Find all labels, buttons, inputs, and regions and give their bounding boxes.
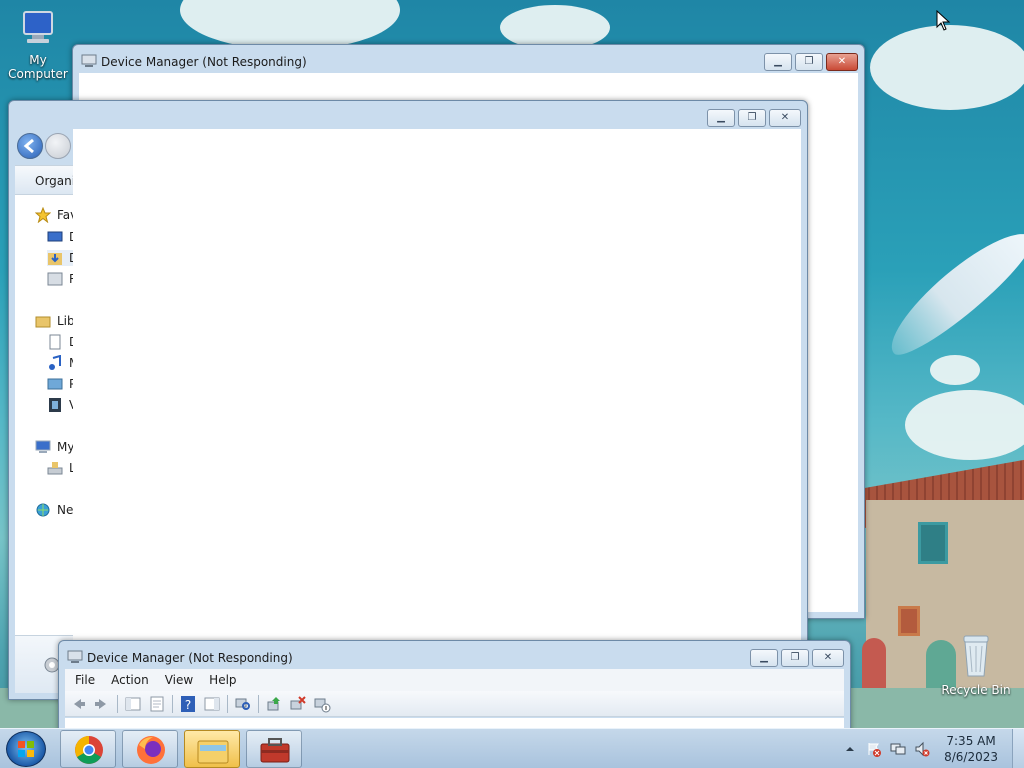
folder-icon	[197, 740, 229, 764]
chrome-icon	[75, 736, 103, 764]
downloads-icon	[48, 253, 62, 265]
minimize-icon: ▁	[760, 652, 768, 663]
desktop-icon-recycle-bin[interactable]: Recycle Bin	[938, 632, 1014, 697]
taskbar: 7:35 AM 8/6/2023	[0, 728, 1024, 768]
star-icon	[35, 207, 51, 223]
tree-item-computer[interactable]: My	[35, 439, 74, 455]
device-manager-window-front[interactable]: Device Manager (Not Responding) ▁ ❐ ✕ Fi…	[58, 640, 851, 740]
windows-logo-icon	[18, 741, 34, 757]
minimize-button[interactable]: ▁	[764, 53, 792, 71]
computer-icon	[23, 11, 53, 43]
tree-item-local-disk[interactable]: L	[47, 460, 76, 476]
minimize-icon: ▁	[774, 56, 782, 67]
network-icon	[36, 503, 50, 517]
maximize-button[interactable]: ❐	[738, 109, 766, 127]
command-bar: Organiz	[15, 165, 81, 195]
maximize-button[interactable]: ❐	[781, 649, 809, 667]
menu-file[interactable]: File	[75, 673, 95, 687]
mouse-cursor-icon	[936, 10, 951, 31]
properties-icon[interactable]	[148, 695, 166, 713]
tool-bar: ?	[65, 691, 844, 717]
clock-time: 7:35 AM	[946, 734, 996, 748]
libraries-icon	[35, 316, 51, 328]
action-pane-icon[interactable]	[203, 695, 221, 713]
recent-places-icon	[47, 272, 63, 286]
explorer-window[interactable]: ▁ ❐ ✕ Organiz Fav D D R	[8, 100, 808, 700]
toolbox-icon	[260, 738, 290, 763]
maximize-button[interactable]: ❐	[795, 53, 823, 71]
recycle-bin-icon	[963, 635, 989, 677]
navigation-pane: Fav D D R Lib D M P	[15, 195, 79, 635]
window-title: Device Manager (Not Responding)	[101, 55, 307, 69]
pictures-icon	[47, 378, 63, 390]
uninstall-device-icon[interactable]	[289, 695, 307, 713]
device-manager-icon	[67, 650, 83, 663]
maximize-icon: ❐	[804, 56, 814, 67]
documents-icon	[49, 334, 61, 350]
window-title: Device Manager (Not Responding)	[87, 651, 293, 665]
computer-icon	[35, 440, 51, 453]
menu-bar: File Action View Help	[65, 669, 844, 691]
action-center-icon[interactable]	[866, 741, 882, 757]
volume-muted-icon[interactable]	[914, 741, 930, 757]
title-bar[interactable]: Device Manager (Not Responding) ▁ ❐ ✕	[59, 641, 850, 669]
tree-item-favorites[interactable]: Fav	[35, 207, 77, 223]
scan-hardware-icon[interactable]	[234, 695, 252, 713]
taskbar-app-chrome[interactable]	[60, 730, 116, 768]
tree-item-network[interactable]: Ne	[35, 502, 73, 518]
desktop-icon-label: Recycle Bin	[941, 683, 1011, 697]
update-driver-icon[interactable]	[265, 695, 283, 713]
system-clock[interactable]: 7:35 AM 8/6/2023	[944, 733, 998, 765]
close-icon: ✕	[780, 112, 790, 123]
maximize-icon: ❐	[747, 112, 757, 123]
clock-date: 8/6/2023	[944, 750, 998, 764]
close-icon: ✕	[823, 652, 833, 663]
show-hide-tree-icon[interactable]	[124, 695, 142, 713]
local-disk-icon	[47, 462, 63, 475]
minimize-button[interactable]: ▁	[750, 649, 778, 667]
taskbar-app-explorer[interactable]	[184, 730, 240, 768]
close-icon: ✕	[837, 56, 847, 67]
tree-item-libraries[interactable]: Lib	[35, 313, 75, 329]
help-icon[interactable]: ?	[179, 695, 197, 713]
start-button[interactable]	[6, 731, 46, 767]
videos-icon	[49, 398, 61, 412]
close-button[interactable]: ✕	[769, 109, 801, 127]
menu-view[interactable]: View	[165, 673, 193, 687]
network-icon[interactable]	[890, 741, 906, 757]
menu-help[interactable]: Help	[209, 673, 236, 687]
chevron-up-icon[interactable]	[842, 741, 858, 757]
disable-device-icon[interactable]	[313, 695, 331, 713]
minimize-icon: ▁	[717, 112, 725, 123]
tree-item-pictures[interactable]: P	[47, 376, 76, 392]
back-arrow-icon[interactable]	[69, 695, 87, 713]
device-manager-icon	[81, 54, 97, 67]
close-button[interactable]: ✕	[826, 53, 858, 71]
arrow-left-icon	[23, 138, 34, 154]
taskbar-app-toolbox[interactable]	[246, 730, 302, 768]
close-button[interactable]: ✕	[812, 649, 844, 667]
svg-text:?: ?	[185, 698, 191, 712]
show-desktop-button[interactable]	[1012, 729, 1024, 768]
forward-button[interactable]	[45, 133, 71, 159]
title-bar[interactable]: Device Manager (Not Responding) ▁ ❐ ✕	[73, 45, 864, 73]
forward-arrow-icon[interactable]	[93, 695, 111, 713]
menu-action[interactable]: Action	[111, 673, 149, 687]
desktop-icon-my-computer[interactable]: My Computer	[0, 8, 76, 81]
title-bar[interactable]: ▁ ❐ ✕	[9, 101, 807, 129]
back-button[interactable]	[17, 133, 43, 159]
desktop-icon-label: My Computer	[8, 53, 68, 81]
music-icon	[49, 355, 61, 370]
desktop-icon	[47, 231, 63, 242]
firefox-icon	[137, 736, 165, 764]
minimize-button[interactable]: ▁	[707, 109, 735, 127]
window-client-area	[73, 129, 801, 693]
maximize-icon: ❐	[790, 652, 800, 663]
taskbar-app-firefox[interactable]	[122, 730, 178, 768]
